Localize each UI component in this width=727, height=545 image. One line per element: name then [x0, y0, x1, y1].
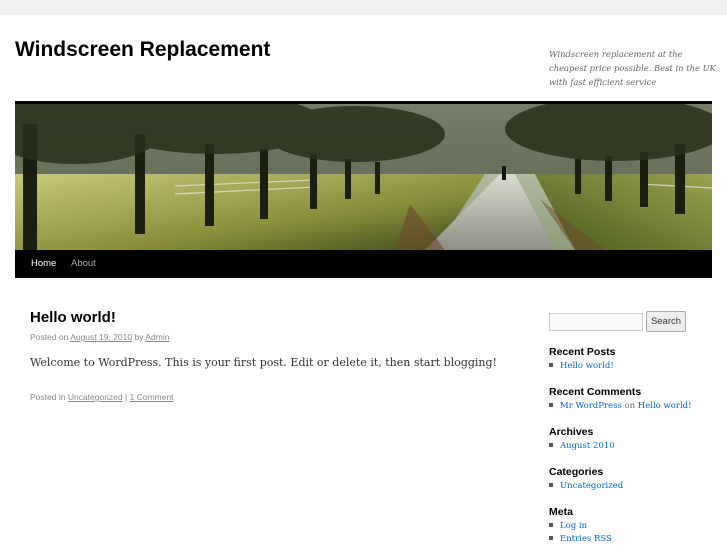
posted-on-label: Posted on: [30, 332, 69, 342]
square-bullet-icon: [549, 535, 553, 540]
list-item: Log in: [549, 521, 587, 531]
search-input[interactable]: [549, 313, 643, 331]
comment-post-link[interactable]: Hello world!: [638, 401, 692, 411]
entries-rss-link[interactable]: Entries RSS: [560, 534, 612, 544]
search-button[interactable]: Search: [646, 311, 686, 332]
archive-link[interactable]: August 2010: [560, 441, 615, 451]
post-title[interactable]: Hello world!: [30, 309, 116, 326]
header-image-graphic: [15, 104, 712, 250]
post-meta: Posted on August 19, 2010 by Admin: [30, 332, 169, 342]
post-comments-link[interactable]: 1 Comment: [130, 392, 174, 402]
comment-on-label: on: [624, 401, 636, 411]
header-image: [15, 101, 712, 250]
list-item: August 2010: [549, 441, 615, 451]
site-title[interactable]: Windscreen Replacement: [15, 38, 270, 62]
square-bullet-icon: [549, 522, 553, 527]
post-footer-meta: Posted in Uncategorized | 1 Comment: [30, 392, 174, 402]
list-item: Mr WordPress on Hello world!: [549, 401, 692, 411]
square-bullet-icon: [549, 442, 553, 447]
site-description: Windscreen replacement at the cheapest p…: [549, 49, 716, 87]
main-navigation: Home About: [15, 250, 712, 278]
category-link[interactable]: Uncategorized: [560, 481, 623, 491]
comment-author-link[interactable]: Mr WordPress: [560, 401, 622, 411]
by-label: by: [134, 332, 144, 342]
recent-post-link[interactable]: Hello world!: [560, 361, 614, 371]
meta-separator: |: [125, 392, 128, 402]
recent-comments-title: Recent Comments: [549, 386, 642, 398]
square-bullet-icon: [549, 482, 553, 487]
categories-title: Categories: [549, 466, 604, 478]
list-item: Uncategorized: [549, 481, 623, 491]
nav-item-about[interactable]: About: [63, 250, 104, 278]
post-content: Welcome to WordPress. This is your first…: [30, 356, 497, 369]
archives-title: Archives: [549, 426, 594, 438]
recent-posts-title: Recent Posts: [549, 346, 616, 358]
post-category-link[interactable]: Uncategorized: [68, 392, 123, 402]
post-author-link[interactable]: Admin: [145, 332, 169, 342]
posted-in-label: Posted in: [30, 392, 66, 402]
square-bullet-icon: [549, 402, 553, 407]
login-link[interactable]: Log in: [560, 521, 587, 531]
nav-item-home[interactable]: Home: [23, 250, 64, 278]
post-date-link[interactable]: August 19, 2010: [70, 332, 132, 342]
meta-title: Meta: [549, 506, 573, 518]
page-wrapper: Windscreen Replacement Windscreen replac…: [0, 15, 727, 545]
square-bullet-icon: [549, 362, 553, 367]
list-item: Hello world!: [549, 361, 614, 371]
list-item: Entries RSS: [549, 534, 612, 544]
